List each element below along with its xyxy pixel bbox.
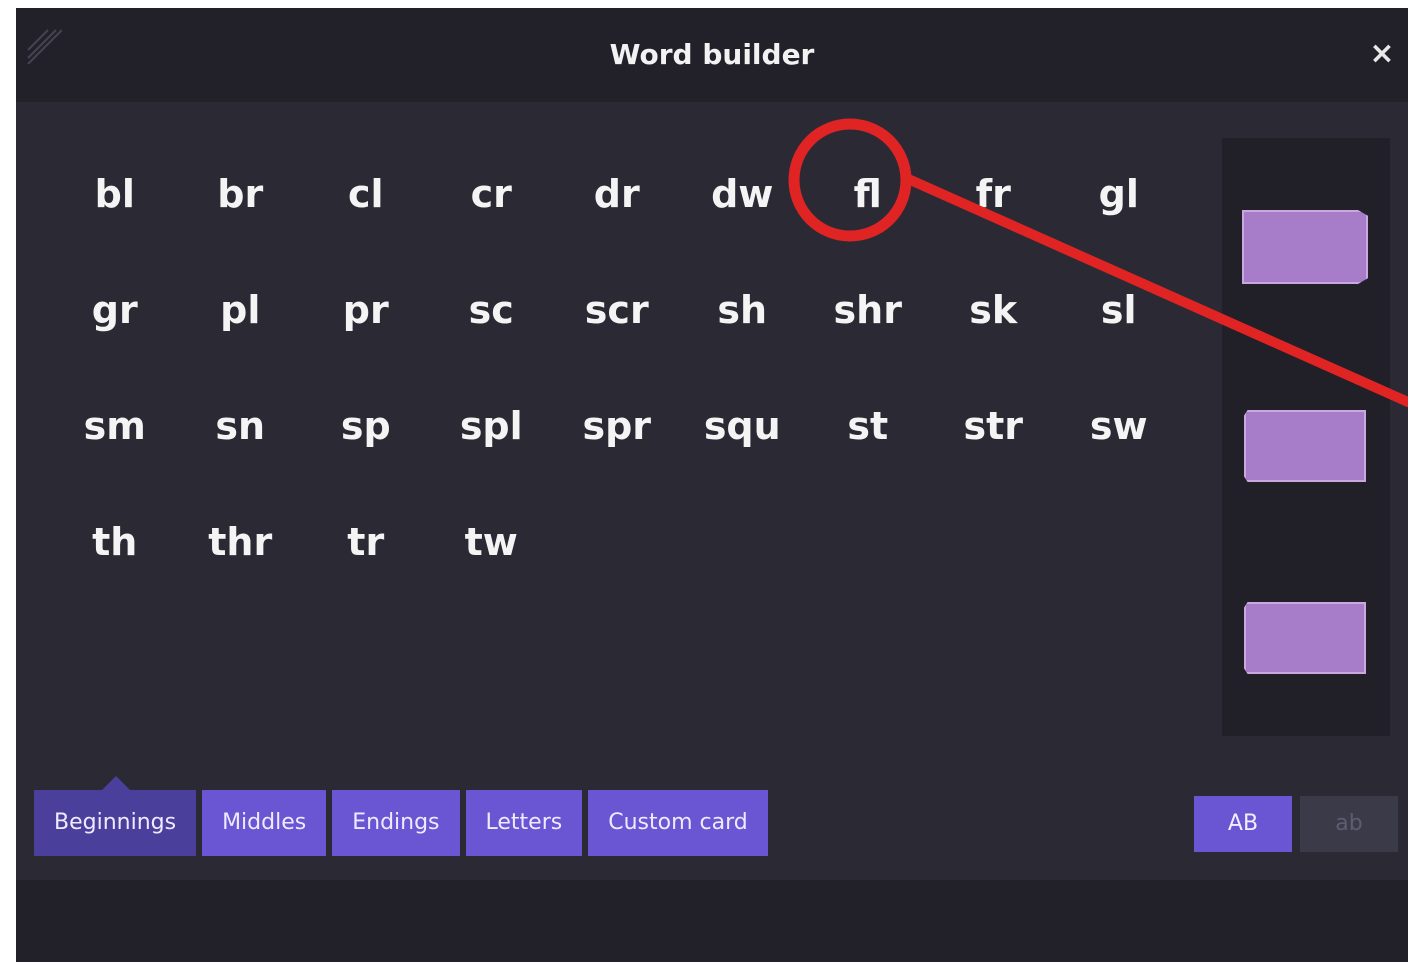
tile-sw[interactable]: sw <box>1056 368 1182 484</box>
tab-custom-card[interactable]: Custom card <box>588 790 768 856</box>
tile-pl[interactable]: pl <box>178 252 304 368</box>
tile-bl[interactable]: bl <box>52 136 178 252</box>
card-panel <box>1222 138 1390 736</box>
tile-sp[interactable]: sp <box>303 368 429 484</box>
tile-tw[interactable]: tw <box>429 484 555 600</box>
tile-pr[interactable]: pr <box>303 252 429 368</box>
tile-cl[interactable]: cl <box>303 136 429 252</box>
tile-gl[interactable]: gl <box>1056 136 1182 252</box>
word-builder-window: Word builder × bl br cl cr dr dw fl fr gl gr pl pr s… <box>16 8 1408 962</box>
tile-tr[interactable]: tr <box>303 484 429 600</box>
tile-squ[interactable]: squ <box>680 368 806 484</box>
tile-br[interactable]: br <box>178 136 304 252</box>
card-slot-1[interactable] <box>1242 210 1368 284</box>
tile-sm[interactable]: sm <box>52 368 178 484</box>
tile-dr[interactable]: dr <box>554 136 680 252</box>
tile-str[interactable]: str <box>931 368 1057 484</box>
card-slot-3[interactable] <box>1244 602 1366 674</box>
tile-fl[interactable]: fl <box>805 136 931 252</box>
tile-fr[interactable]: fr <box>931 136 1057 252</box>
uppercase-button[interactable]: AB <box>1194 796 1292 852</box>
tile-scr[interactable]: scr <box>554 252 680 368</box>
category-tabs: Beginnings Middles Endings Letters Custom ca… <box>34 776 768 858</box>
title-bar[interactable]: Word builder × <box>16 8 1408 102</box>
tile-dw[interactable]: dw <box>680 136 806 252</box>
tab-beginnings[interactable]: Beginnings <box>34 776 197 856</box>
tile-spr[interactable]: spr <box>554 368 680 484</box>
tile-sk[interactable]: sk <box>931 252 1057 368</box>
tile-thr[interactable]: thr <box>178 484 304 600</box>
close-icon[interactable]: × <box>1364 32 1400 76</box>
tab-letters[interactable]: Letters <box>465 790 583 856</box>
tab-endings[interactable]: Endings <box>332 790 460 856</box>
tile-th[interactable]: th <box>52 484 178 600</box>
case-toggle: AB ab <box>1194 796 1398 852</box>
lowercase-button[interactable]: ab <box>1300 796 1398 852</box>
tile-sc[interactable]: sc <box>429 252 555 368</box>
tile-sl[interactable]: sl <box>1056 252 1182 368</box>
tile-st[interactable]: st <box>805 368 931 484</box>
tile-spl[interactable]: spl <box>429 368 555 484</box>
footer-bar <box>16 880 1408 962</box>
tile-sn[interactable]: sn <box>178 368 304 484</box>
letter-tile-grid: bl br cl cr dr dw fl fr gl gr pl pr sc scr sh shr sk sl sm… <box>52 136 1182 600</box>
card-slot-2[interactable] <box>1244 410 1366 482</box>
window-title: Word builder <box>609 38 815 71</box>
tab-middles[interactable]: Middles <box>202 790 327 856</box>
tile-cr[interactable]: cr <box>429 136 555 252</box>
tile-gr[interactable]: gr <box>52 252 178 368</box>
tile-shr[interactable]: shr <box>805 252 931 368</box>
tile-sh[interactable]: sh <box>680 252 806 368</box>
